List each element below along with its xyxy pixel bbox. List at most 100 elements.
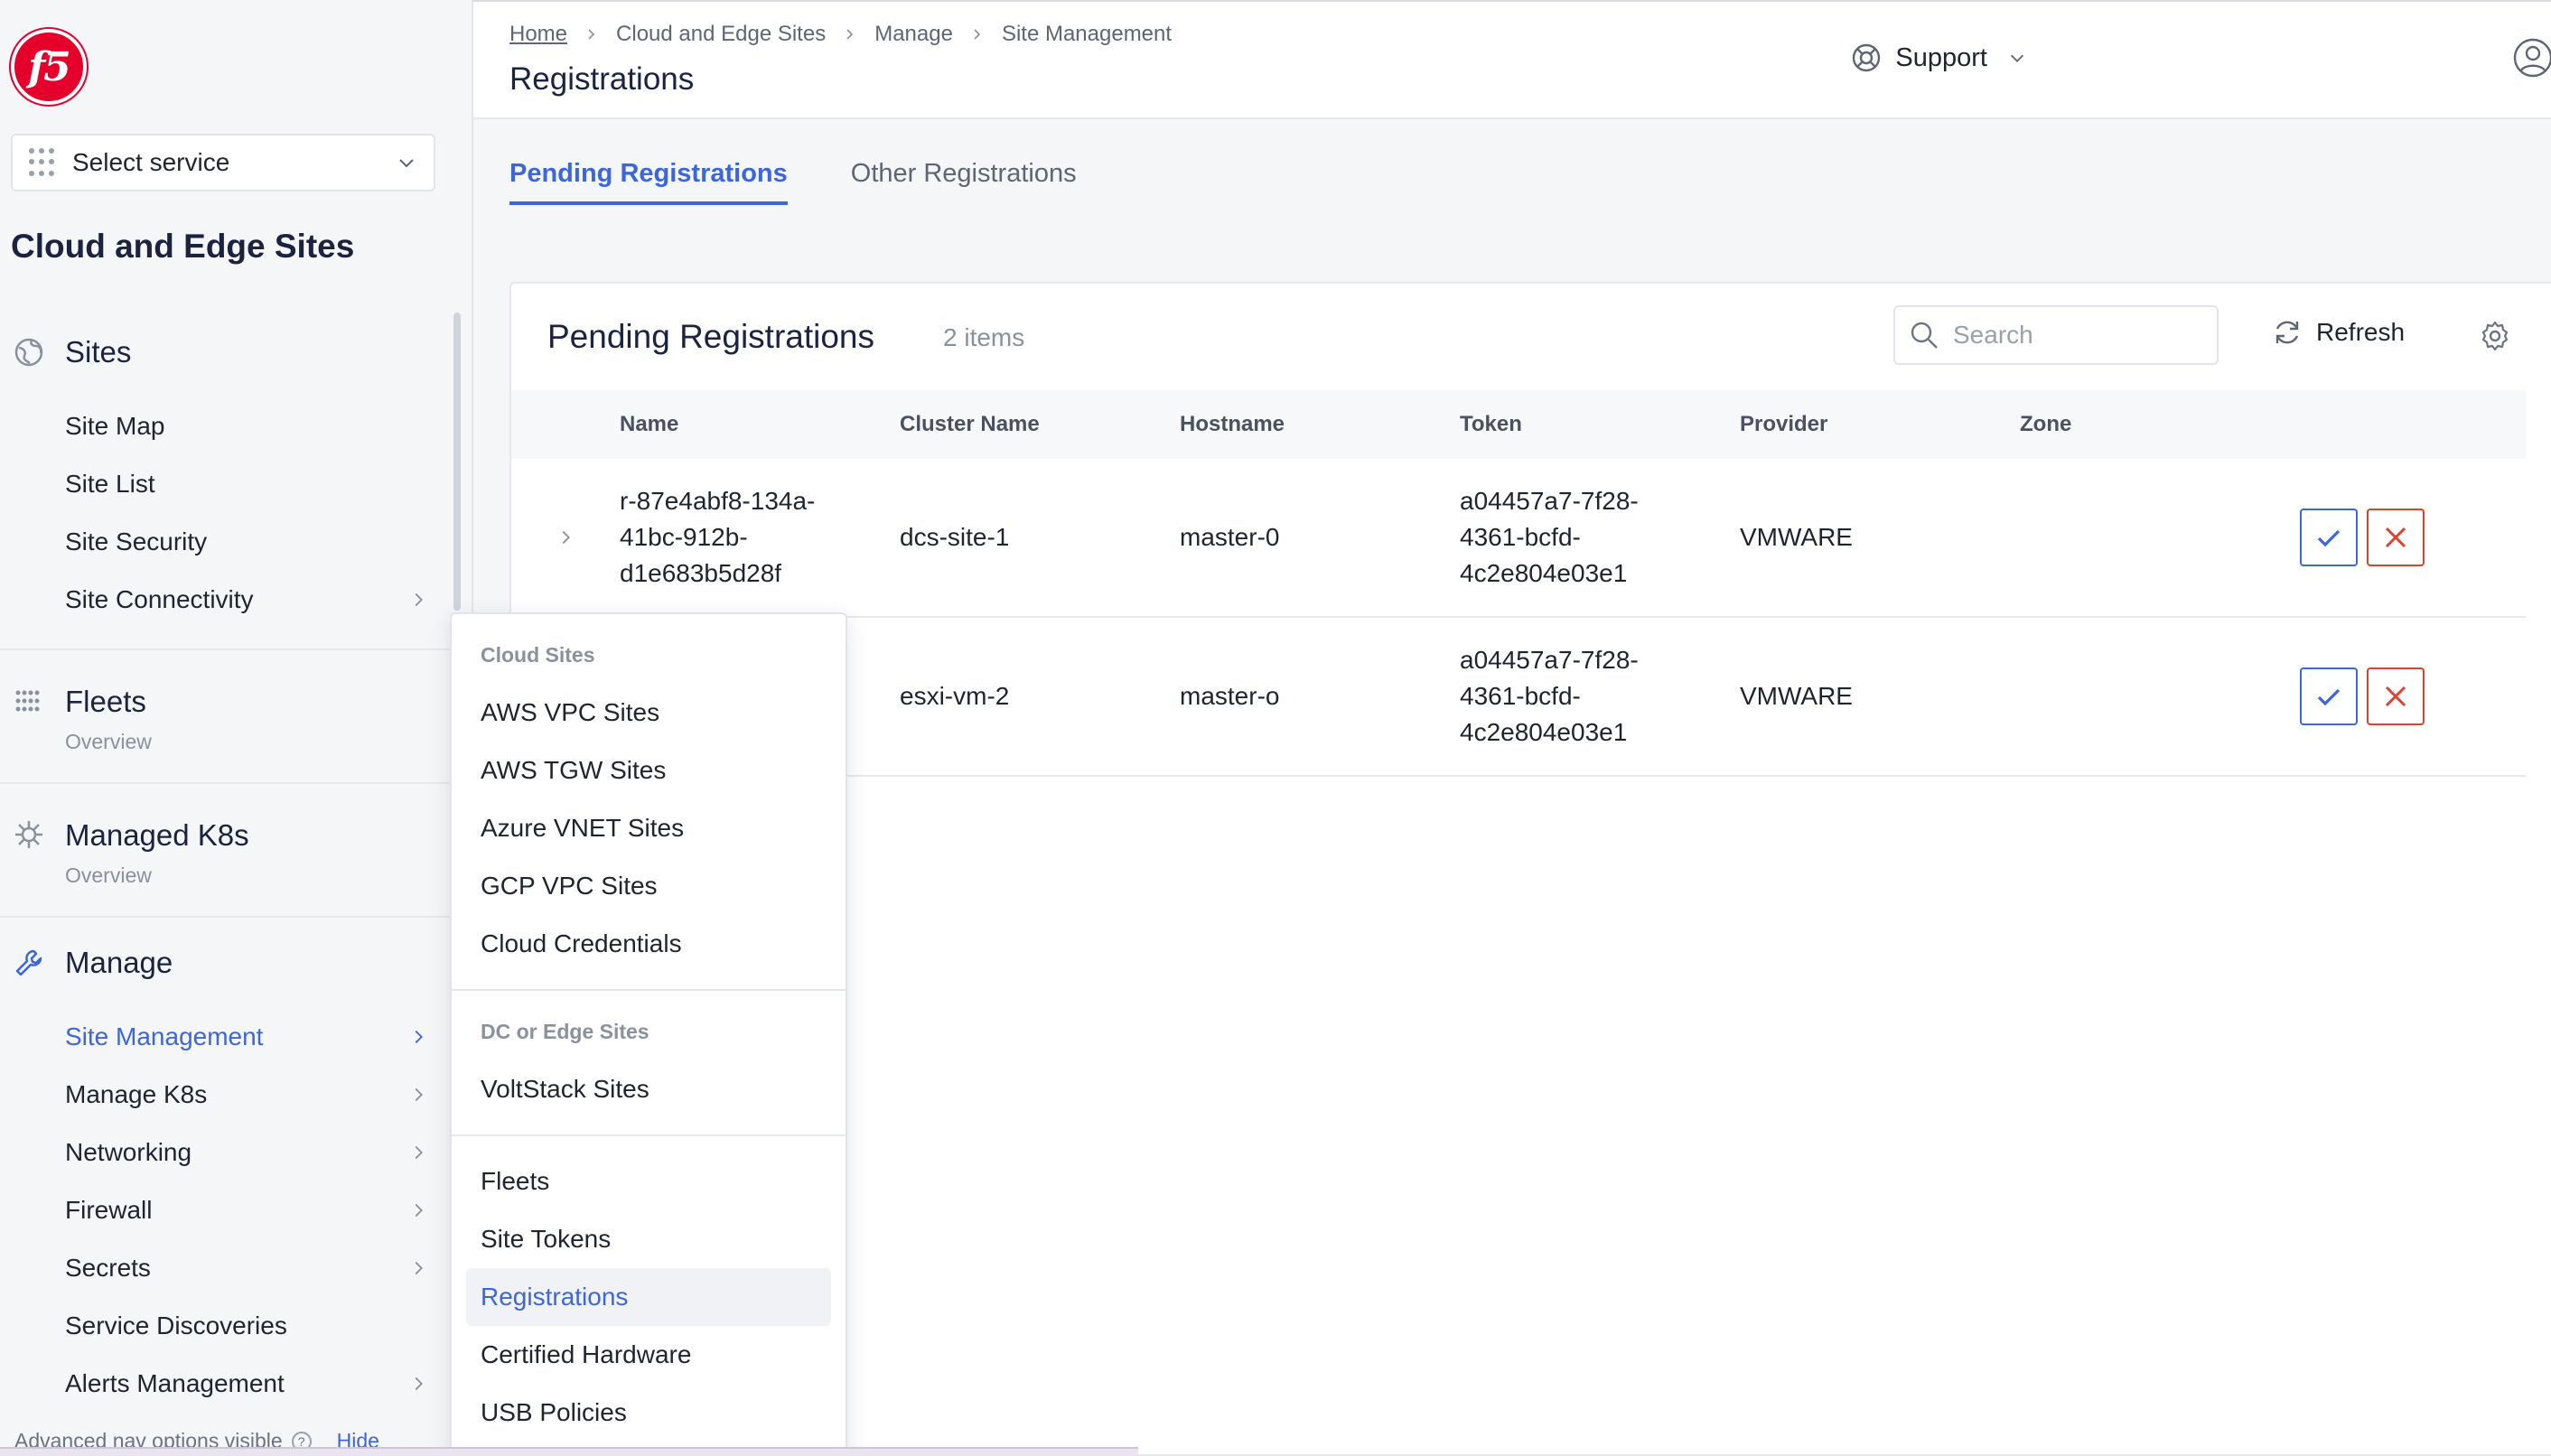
- close-icon: [2385, 527, 2406, 548]
- nav-group-sites-header[interactable]: Sites: [0, 307, 455, 397]
- refresh-icon: [2275, 321, 2299, 344]
- search-icon: [1911, 322, 1938, 349]
- tab-other-registrations[interactable]: Other Registrations: [851, 159, 1077, 205]
- chevron-right-icon: [846, 29, 854, 40]
- cell-cluster-name: dcs-site-1: [900, 523, 1010, 551]
- reject-button[interactable]: [2367, 509, 2425, 566]
- row-actions: [2300, 667, 2425, 725]
- f5-logo[interactable]: f5: [11, 29, 87, 105]
- cell-provider: VMWARE: [1740, 682, 1853, 710]
- user-avatar-icon: [2513, 38, 2551, 78]
- nav-group-title: Managed K8s: [65, 818, 249, 852]
- sidebar-item-manage-k8s[interactable]: Manage K8s: [0, 1066, 455, 1124]
- flyout-item-certified-hardware[interactable]: Certified Hardware: [466, 1326, 831, 1384]
- flyout-section-heading: Cloud Sites: [481, 643, 595, 667]
- nav-group-managed-k8s-header[interactable]: Managed K8s Overview: [0, 784, 455, 916]
- chevron-right-icon: [415, 1087, 423, 1102]
- sidebar-item-firewall[interactable]: Firewall: [0, 1181, 455, 1239]
- user-menu[interactable]: [2511, 36, 2551, 79]
- app-title: Cloud and Edge Sites: [11, 228, 355, 265]
- nav-group-manage-header[interactable]: Manage: [0, 918, 455, 1008]
- cell-token: a04457a7-7f28-4361-bcfd-4c2e804e03e1: [1460, 487, 1639, 587]
- sidebar-nav: Sites Site Map Site List Site Security S…: [0, 307, 455, 1413]
- sidebar-item-site-security[interactable]: Site Security: [0, 513, 455, 571]
- flyout-item-aws-tgw-sites[interactable]: AWS TGW Sites: [466, 742, 831, 799]
- column-header-name[interactable]: Name: [620, 406, 900, 443]
- nav-group-subtitle: Overview: [65, 863, 152, 887]
- sidebar-item-site-connectivity[interactable]: Site Connectivity: [0, 571, 455, 629]
- approve-button[interactable]: [2300, 509, 2358, 566]
- close-icon: [2385, 686, 2406, 707]
- support-menu[interactable]: Support: [1850, 42, 2027, 74]
- nav-group-manage: Manage Site Management Manage K8s Networ…: [0, 918, 455, 1413]
- nav-group-title: Sites: [65, 335, 132, 369]
- nav-group-subtitle: Overview: [65, 730, 152, 753]
- search-box[interactable]: [1893, 305, 2219, 365]
- cell-hostname: master-0: [1180, 523, 1280, 551]
- gear-icon[interactable]: [2479, 320, 2511, 352]
- cell-token: a04457a7-7f28-4361-bcfd-4c2e804e03e1: [1460, 646, 1639, 746]
- apps-grid-icon: [29, 148, 58, 177]
- column-header-hostname[interactable]: Hostname: [1180, 412, 1460, 437]
- flyout-item-registrations[interactable]: Registrations: [466, 1268, 831, 1326]
- item-count: 2 items: [943, 323, 1025, 351]
- flyout-section-other: Fleets Site Tokens Registrations Certifi…: [452, 1136, 846, 1456]
- chevron-right-icon: [415, 1203, 423, 1218]
- flyout-item-voltstack-sites[interactable]: VoltStack Sites: [466, 1060, 831, 1118]
- breadcrumb-manage[interactable]: Manage: [874, 22, 953, 47]
- globe-icon: [13, 336, 45, 369]
- column-header-cluster-name[interactable]: Cluster Name: [900, 412, 1180, 437]
- card-title: Pending Registrations: [547, 318, 874, 355]
- reject-button[interactable]: [2367, 667, 2425, 725]
- flyout-item-azure-vnet-sites[interactable]: Azure VNET Sites: [466, 799, 831, 857]
- chevron-down-icon: [399, 159, 414, 168]
- bottom-scroll-bar[interactable]: [0, 1447, 1138, 1456]
- flyout-item-aws-vpc-sites[interactable]: AWS VPC Sites: [466, 684, 831, 742]
- row-expand-toggle[interactable]: [511, 527, 620, 547]
- nav-group-title: Manage: [65, 946, 173, 979]
- refresh-button[interactable]: Refresh: [2273, 318, 2405, 347]
- fleets-icon: [13, 685, 45, 717]
- sidebar-item-networking[interactable]: Networking: [0, 1124, 455, 1181]
- sidebar-item-site-list[interactable]: Site List: [0, 455, 455, 513]
- refresh-label: Refresh: [2316, 318, 2406, 346]
- tab-bar: Pending Registrations Other Registration…: [509, 159, 1077, 205]
- column-header-provider[interactable]: Provider: [1740, 412, 2020, 437]
- chevron-right-icon: [415, 1145, 423, 1160]
- flyout-section-heading: DC or Edge Sites: [481, 1020, 649, 1043]
- column-header-zone[interactable]: Zone: [2020, 412, 2300, 437]
- check-icon: [2317, 688, 2341, 706]
- support-label: Support: [1895, 42, 1987, 72]
- flyout-item-usb-policies[interactable]: USB Policies: [466, 1384, 831, 1442]
- nav-group-title: Fleets: [65, 685, 146, 718]
- nav-group-fleets-header[interactable]: Fleets Overview: [0, 650, 455, 782]
- sidebar-item-site-map[interactable]: Site Map: [0, 397, 455, 455]
- approve-button[interactable]: [2300, 667, 2358, 725]
- sidebar-item-secrets[interactable]: Secrets: [0, 1239, 455, 1297]
- flyout-section-cloud-sites: Cloud Sites AWS VPC Sites AWS TGW Sites …: [452, 614, 846, 991]
- breadcrumb-cloud-edge-sites[interactable]: Cloud and Edge Sites: [616, 22, 826, 47]
- flyout-item-fleets[interactable]: Fleets: [466, 1153, 831, 1210]
- sidebar-scrollbar[interactable]: [453, 313, 461, 611]
- sidebar-item-site-management[interactable]: Site Management: [0, 1008, 455, 1066]
- breadcrumb: Home Cloud and Edge Sites Manage Site Ma…: [509, 22, 1172, 47]
- nav-group-fleets: Fleets Overview: [0, 650, 455, 784]
- table-row: r-87e4abf8-134a-41bc-912b-d1e683b5d28f d…: [511, 459, 2526, 618]
- flyout-item-cloud-credentials[interactable]: Cloud Credentials: [466, 915, 831, 973]
- select-service-label: Select service: [72, 148, 230, 176]
- chevron-right-icon: [974, 29, 981, 40]
- cell-provider: VMWARE: [1740, 523, 1853, 551]
- cell-cluster-name: esxi-vm-2: [900, 682, 1010, 710]
- column-header-token[interactable]: Token: [1460, 406, 1740, 443]
- sidebar-item-service-discoveries[interactable]: Service Discoveries: [0, 1297, 455, 1355]
- flyout-item-gcp-vpc-sites[interactable]: GCP VPC Sites: [466, 857, 831, 915]
- chevron-right-icon: [415, 593, 423, 607]
- flyout-item-site-tokens[interactable]: Site Tokens: [466, 1210, 831, 1268]
- breadcrumb-home[interactable]: Home: [509, 22, 567, 47]
- select-service-dropdown[interactable]: Select service: [11, 134, 435, 191]
- chevron-right-icon: [415, 1030, 423, 1044]
- sidebar-item-alerts-management[interactable]: Alerts Management: [0, 1355, 455, 1413]
- tab-pending-registrations[interactable]: Pending Registrations: [509, 159, 788, 205]
- search-input[interactable]: [1953, 321, 2188, 350]
- check-icon: [2317, 529, 2341, 547]
